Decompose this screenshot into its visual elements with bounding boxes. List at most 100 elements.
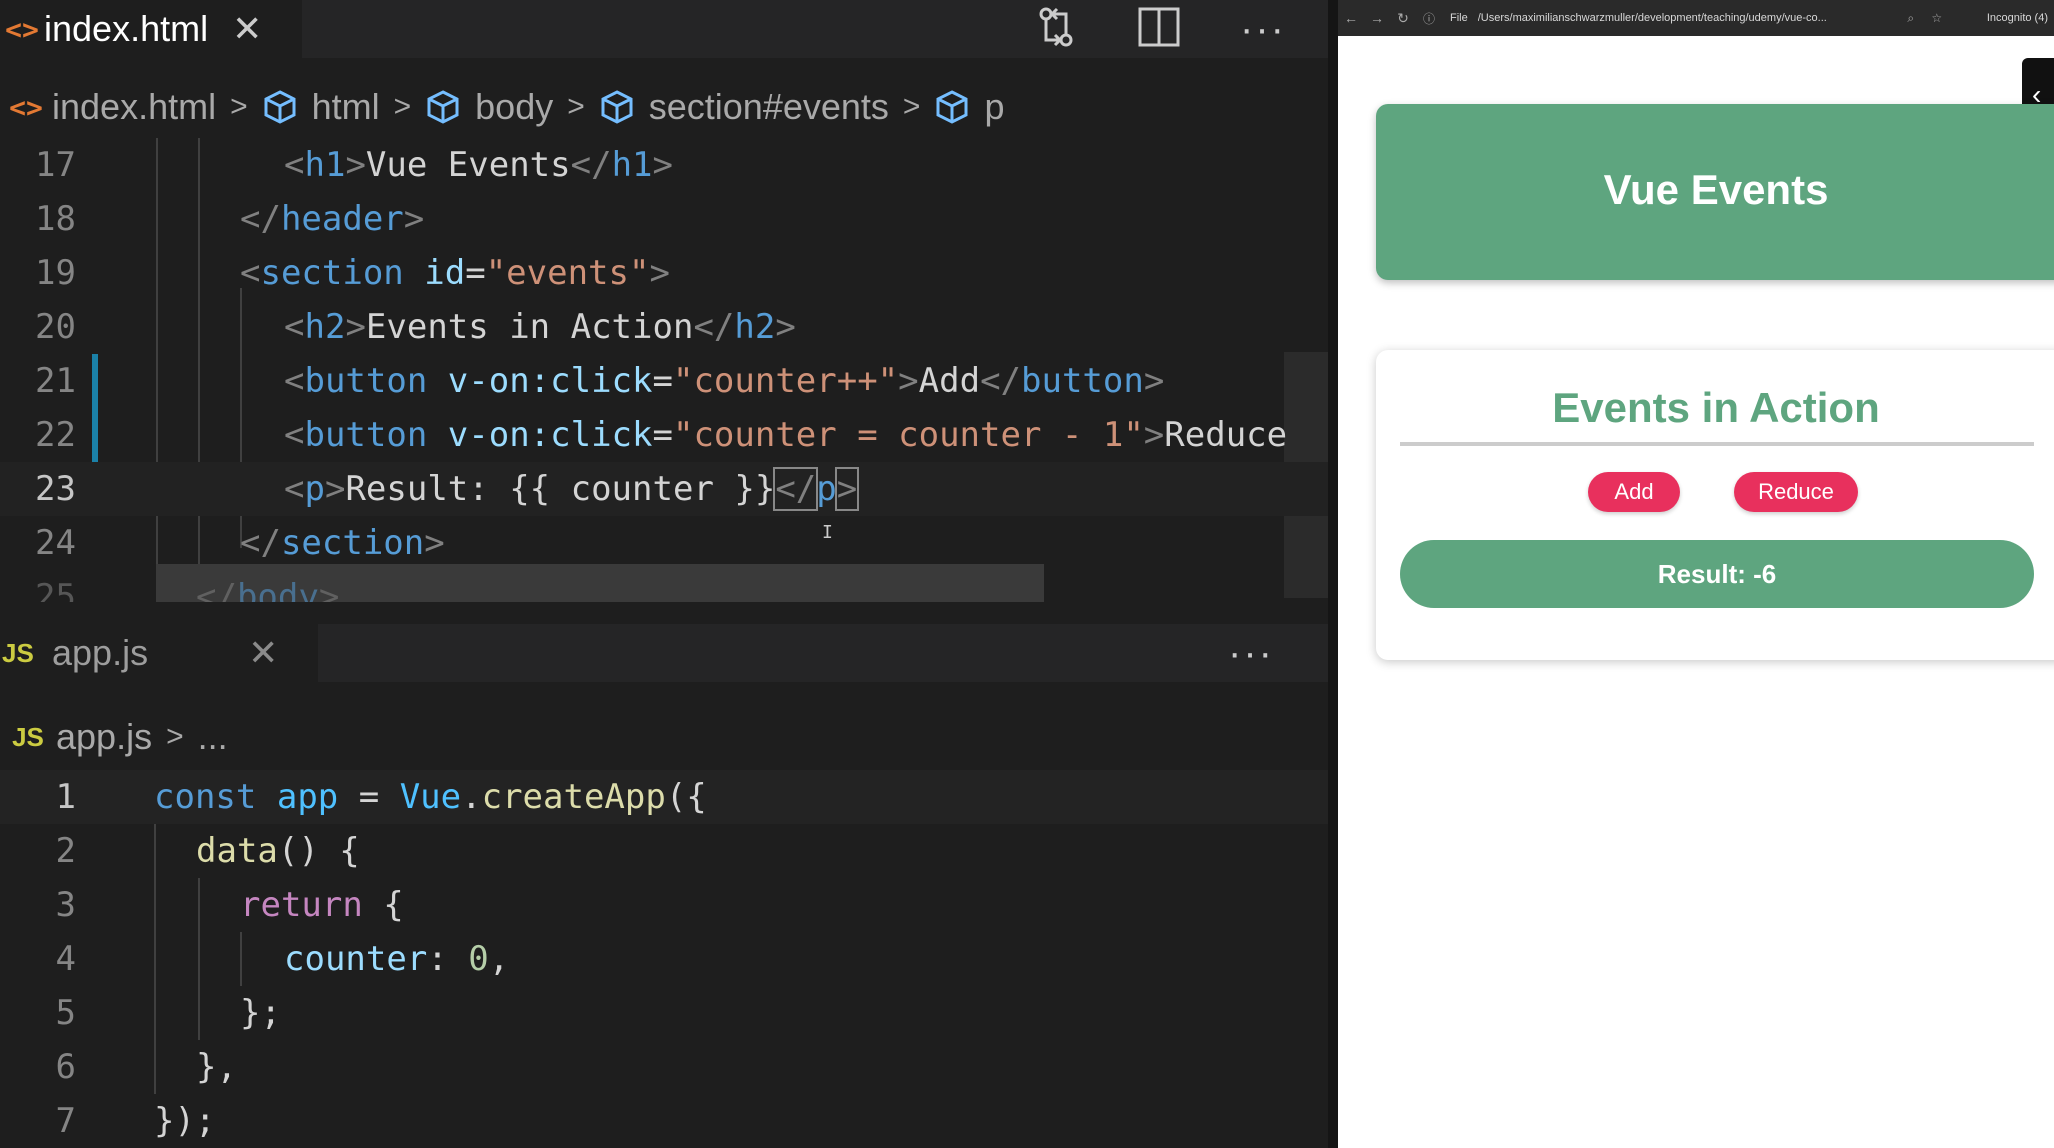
- code-line: 21 <button v-on:click="counter++">Add</b…: [0, 354, 1328, 408]
- line-number: 24: [35, 523, 76, 563]
- code-line: 24 </section>: [0, 516, 1328, 570]
- text-cursor-icon: I: [822, 522, 833, 543]
- breadcrumb-label: app.js: [56, 716, 153, 757]
- tab-index-html[interactable]: <> index.html ✕: [0, 0, 303, 58]
- info-icon[interactable]: ⓘ: [1416, 10, 1442, 27]
- code-line: 2 data() {: [0, 824, 1328, 878]
- element-cube-icon: [264, 90, 296, 124]
- editor-actions: ···: [1034, 0, 1286, 58]
- more-actions-icon[interactable]: ···: [1240, 9, 1286, 49]
- chevron-right-icon: >: [230, 90, 248, 123]
- code-line: 6 },: [0, 1040, 1328, 1094]
- breadcrumb: JS app.js > ...: [0, 710, 1328, 764]
- code-text: counter: 0,: [284, 939, 510, 979]
- breadcrumb-item-html[interactable]: html: [262, 86, 380, 128]
- breadcrumb-item-p[interactable]: p: [934, 86, 1004, 128]
- chevron-right-icon: >: [567, 90, 585, 123]
- page-header: Vue Events: [1376, 104, 2054, 280]
- result-display: Result: -6: [1400, 540, 2034, 608]
- code-line: 22 <button v-on:click="counter = counter…: [0, 408, 1328, 462]
- code-area-js[interactable]: 1 const app = Vue.createApp({ 2 data() {…: [0, 770, 1328, 1148]
- code-editor: <> index.html ✕ ··· <> index.html > html…: [0, 0, 1328, 1148]
- line-number: 6: [55, 1047, 76, 1087]
- code-area-html[interactable]: 17 <h1>Vue Events</h1> 18 </header> 19 <…: [0, 138, 1328, 602]
- code-text: <h2>Events in Action</h2>: [284, 307, 796, 347]
- tab-label: index.html: [44, 8, 209, 49]
- reload-icon[interactable]: ↻: [1390, 10, 1416, 27]
- code-text: data() {: [196, 831, 360, 871]
- code-text: const app = Vue.createApp({: [154, 777, 707, 817]
- line-number: 25: [35, 577, 76, 602]
- compare-changes-icon[interactable]: [1034, 4, 1078, 55]
- breadcrumb: <> index.html > html > body > section#ev…: [0, 80, 1328, 134]
- code-text: },: [196, 1047, 237, 1087]
- html-file-icon: <>: [5, 12, 39, 46]
- forward-icon[interactable]: →: [1364, 10, 1390, 26]
- zoom-icon[interactable]: ⌕: [1898, 11, 1924, 26]
- code-line: 19 <section id="events">: [0, 246, 1328, 300]
- code-text: <button v-on:click="counter = counter - …: [284, 415, 1288, 455]
- close-icon[interactable]: ✕: [232, 11, 262, 47]
- pane-divider[interactable]: [1328, 0, 1338, 1148]
- element-cube-icon: [601, 90, 633, 124]
- code-line: 20 <h2>Events in Action</h2>: [0, 300, 1328, 354]
- split-editor-icon[interactable]: [1138, 7, 1180, 52]
- code-line: 7 });: [0, 1094, 1328, 1148]
- line-number: 20: [35, 307, 76, 347]
- page-title: Vue Events: [1603, 166, 1829, 213]
- code-text: <p>Result: {{ counter }}</p>: [284, 467, 860, 511]
- tab-app-js[interactable]: JS app.js ✕: [0, 624, 319, 682]
- code-line: 18 </header>: [0, 192, 1328, 246]
- breadcrumb-label: p: [984, 86, 1005, 127]
- address-bar[interactable]: /Users/maximilianschwarzmuller/developme…: [1478, 12, 1898, 24]
- code-line-current: 23 <p>Result: {{ counter }}</p>: [0, 462, 1328, 516]
- breadcrumb-label: section#events: [648, 86, 889, 127]
- code-line: 25 </body>: [0, 570, 1328, 602]
- breadcrumb-item-symbols[interactable]: ...: [198, 716, 228, 758]
- browser-window: ← → ↻ ⓘ File /Users/maximilianschwarzmul…: [1338, 0, 2054, 1148]
- breadcrumb-item-file[interactable]: <> index.html: [0, 86, 216, 128]
- file-label: File: [1450, 12, 1468, 24]
- editor-tabbar-top: <> index.html ✕ ···: [0, 0, 1328, 58]
- browser-toolbar: ← → ↻ ⓘ File /Users/maximilianschwarzmul…: [1338, 0, 2054, 36]
- code-text: <button v-on:click="counter++">Add</butt…: [284, 361, 1165, 401]
- element-cube-icon: [427, 90, 459, 124]
- html-file-icon: <>: [9, 90, 43, 124]
- breadcrumb-label: body: [475, 86, 554, 127]
- close-icon[interactable]: ✕: [248, 635, 278, 671]
- line-number: 4: [55, 939, 76, 979]
- code-line: 3 return {: [0, 878, 1328, 932]
- code-text: });: [154, 1101, 216, 1141]
- more-actions-icon[interactable]: ···: [1228, 633, 1274, 673]
- breadcrumb-item-file[interactable]: JS app.js: [0, 716, 152, 758]
- element-cube-icon: [936, 90, 968, 124]
- chevron-right-icon: >: [393, 90, 412, 123]
- line-number: 1: [55, 777, 76, 817]
- chevron-right-icon: >: [166, 720, 184, 753]
- js-file-icon: JS: [2, 637, 34, 668]
- code-text: </header>: [240, 199, 425, 239]
- breadcrumb-label: html: [311, 86, 380, 127]
- bookmark-star-icon[interactable]: ☆: [1924, 11, 1950, 25]
- code-text: };: [240, 993, 281, 1033]
- tab-label: app.js: [52, 632, 149, 673]
- breadcrumb-item-body[interactable]: body: [425, 86, 553, 128]
- breadcrumb-item-section[interactable]: section#events: [599, 86, 889, 128]
- code-text: return {: [240, 885, 404, 925]
- chevron-right-icon: >: [902, 90, 921, 123]
- line-number: 23: [35, 469, 76, 509]
- editor-tabbar-bottom: JS app.js ✕ ···: [0, 624, 1328, 682]
- code-text: </body>: [196, 577, 340, 602]
- editor-actions: ···: [1228, 624, 1274, 682]
- reduce-button[interactable]: Reduce: [1734, 472, 1858, 512]
- code-text: <h1>Vue Events</h1>: [284, 145, 674, 185]
- back-icon[interactable]: ←: [1338, 10, 1364, 26]
- add-button[interactable]: Add: [1588, 472, 1680, 512]
- line-number: 21: [35, 361, 76, 401]
- code-text: </section>: [240, 523, 445, 563]
- incognito-badge[interactable]: Incognito (4): [1987, 12, 2048, 24]
- line-number: 18: [35, 199, 76, 239]
- breadcrumb-label: index.html: [52, 86, 217, 127]
- code-line: 17 <h1>Vue Events</h1>: [0, 138, 1328, 192]
- code-line: 5 };: [0, 986, 1328, 1040]
